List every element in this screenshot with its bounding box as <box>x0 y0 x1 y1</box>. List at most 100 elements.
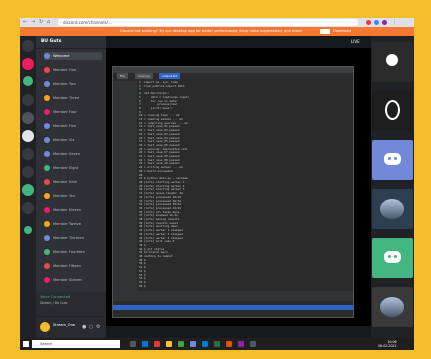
server-icon[interactable] <box>22 148 34 160</box>
tab-file[interactable]: File <box>117 73 129 79</box>
avatar <box>44 151 50 157</box>
channel-sidebar: BU Guts Welcome Member One Member Two Membe… <box>36 36 106 339</box>
home-icon[interactable]: ⌂ <box>47 19 50 26</box>
task-view-icon[interactable] <box>130 341 136 347</box>
avatar <box>44 207 50 213</box>
clock-date: 06-02-2021 <box>378 344 397 348</box>
forward-icon[interactable]: → <box>31 19 35 26</box>
server-header[interactable]: BU Guts <box>36 36 106 49</box>
browser-chrome: ← → ↻ ⌂ discord.com/channels/... ⋮ <box>20 18 414 27</box>
notice-button[interactable] <box>320 29 330 34</box>
sidebar-item-label: Member Eleven <box>53 208 82 212</box>
clock[interactable]: 10:06 06-02-2021 <box>378 340 397 348</box>
video-tile[interactable] <box>372 238 413 278</box>
sidebar-item-label: Member Three <box>53 96 80 100</box>
sidebar-item-label: Member Eight <box>53 166 79 170</box>
avatar-icon <box>386 54 398 66</box>
avatar[interactable] <box>40 322 50 332</box>
profile-avatar[interactable] <box>382 20 387 25</box>
sidebar-item-label: Welcome <box>53 54 70 58</box>
sidebar-item[interactable]: Member Three <box>44 94 102 102</box>
server-icon[interactable] <box>23 76 33 86</box>
server-name: BU Guts <box>41 39 62 44</box>
sidebar-item[interactable]: Member Eight <box>44 164 102 172</box>
sidebar-item[interactable]: Welcome <box>44 52 102 60</box>
app-icon[interactable] <box>178 341 184 347</box>
back-icon[interactable]: ← <box>23 19 27 26</box>
discord-icon[interactable] <box>190 341 196 347</box>
app-icon[interactable] <box>238 341 244 347</box>
sidebar-item[interactable]: Member Ten <box>44 192 102 200</box>
sidebar-item[interactable]: Member Nine <box>44 178 102 186</box>
address-text: discord.com/channels/... <box>63 20 112 25</box>
app-icon[interactable] <box>250 341 256 347</box>
video-tile[interactable] <box>372 189 413 229</box>
terminal-output: 1 import os, sys, time 2 from pathlib imp… <box>139 81 351 291</box>
server-icon[interactable] <box>22 166 34 178</box>
gear-icon[interactable]: ⚙ <box>96 325 100 330</box>
screen: ← → ↻ ⌂ discord.com/channels/... ⋮ Disco… <box>20 18 414 350</box>
word-icon[interactable] <box>202 341 208 347</box>
add-server-icon[interactable] <box>22 184 34 196</box>
video-tile[interactable] <box>372 287 413 327</box>
home-server-icon[interactable] <box>22 40 34 52</box>
stream-controls <box>106 326 371 338</box>
sidebar-item[interactable]: Member Two <box>44 80 102 88</box>
tab-main[interactable]: main.py <box>135 73 154 79</box>
sidebar-item[interactable]: Member One <box>44 66 102 74</box>
extension-icon[interactable] <box>366 20 371 25</box>
terminal-window: File main.py output.txt 1 import os, sys… <box>112 66 354 318</box>
sidebar-item[interactable]: Member Fifteen <box>44 262 102 270</box>
avatar-icon <box>385 100 400 120</box>
video-tile[interactable] <box>372 91 413 131</box>
avatar <box>44 193 50 199</box>
server-icon[interactable] <box>22 112 34 124</box>
sidebar-item[interactable]: Member Seven <box>44 150 102 158</box>
windows-start-icon[interactable] <box>23 341 29 347</box>
sidebar-item[interactable]: Member Fourteen <box>44 248 102 256</box>
stream-view: LIVE File main.py output.txt 1 import os… <box>106 36 371 338</box>
extension-icon[interactable] <box>374 20 379 25</box>
voice-subtitle: Stream / BU Guts <box>40 301 68 305</box>
explorer-icon[interactable] <box>166 341 172 347</box>
menu-icon[interactable]: ⋮ <box>392 19 397 26</box>
tab-output[interactable]: output.txt <box>159 73 180 79</box>
server-icon[interactable] <box>22 94 34 106</box>
server-icon[interactable] <box>22 58 34 70</box>
avatar <box>44 165 50 171</box>
explore-icon[interactable] <box>24 226 32 234</box>
avatar <box>44 137 50 143</box>
sidebar-item-label: Member Thirteen <box>53 236 84 240</box>
server-icon[interactable] <box>22 202 34 214</box>
video-tiles <box>371 36 414 338</box>
sidebar-item[interactable]: Member Five <box>44 122 102 130</box>
video-tile[interactable] <box>372 140 413 180</box>
sidebar-item-label: Member Two <box>53 82 76 86</box>
address-bar[interactable]: discord.com/channels/... <box>58 19 358 26</box>
edge-icon[interactable] <box>142 341 148 347</box>
sidebar-item-label: Member Four <box>53 110 77 114</box>
app-icon[interactable] <box>226 341 232 347</box>
reload-icon[interactable]: ↻ <box>39 19 43 26</box>
sidebar-item[interactable]: Member Eleven <box>44 206 102 214</box>
notice-download-link[interactable]: Download <box>333 29 351 34</box>
mic-icon[interactable]: ● <box>82 325 86 330</box>
server-rail <box>20 36 36 338</box>
sidebar-item[interactable]: Member Thirteen <box>44 234 102 242</box>
video-tile[interactable] <box>372 42 413 82</box>
excel-icon[interactable] <box>214 341 220 347</box>
avatar <box>44 95 50 101</box>
status-panel <box>113 291 353 301</box>
avatar <box>44 53 50 59</box>
sidebar-item[interactable]: Member Twelve <box>44 220 102 228</box>
server-icon[interactable] <box>22 130 34 142</box>
sidebar-item[interactable]: Member Sixteen <box>44 276 102 284</box>
sidebar-item[interactable]: Member Six <box>44 136 102 144</box>
sidebar-item-label: Member Fifteen <box>53 264 82 268</box>
headphones-icon[interactable]: ○ <box>89 325 93 330</box>
chrome-icon[interactable] <box>154 341 160 347</box>
sidebar-item[interactable]: Member Four <box>44 108 102 116</box>
taskbar-search[interactable]: Search <box>32 340 120 348</box>
discord-logo-icon <box>384 153 401 165</box>
photo-thumbnail <box>380 297 404 317</box>
